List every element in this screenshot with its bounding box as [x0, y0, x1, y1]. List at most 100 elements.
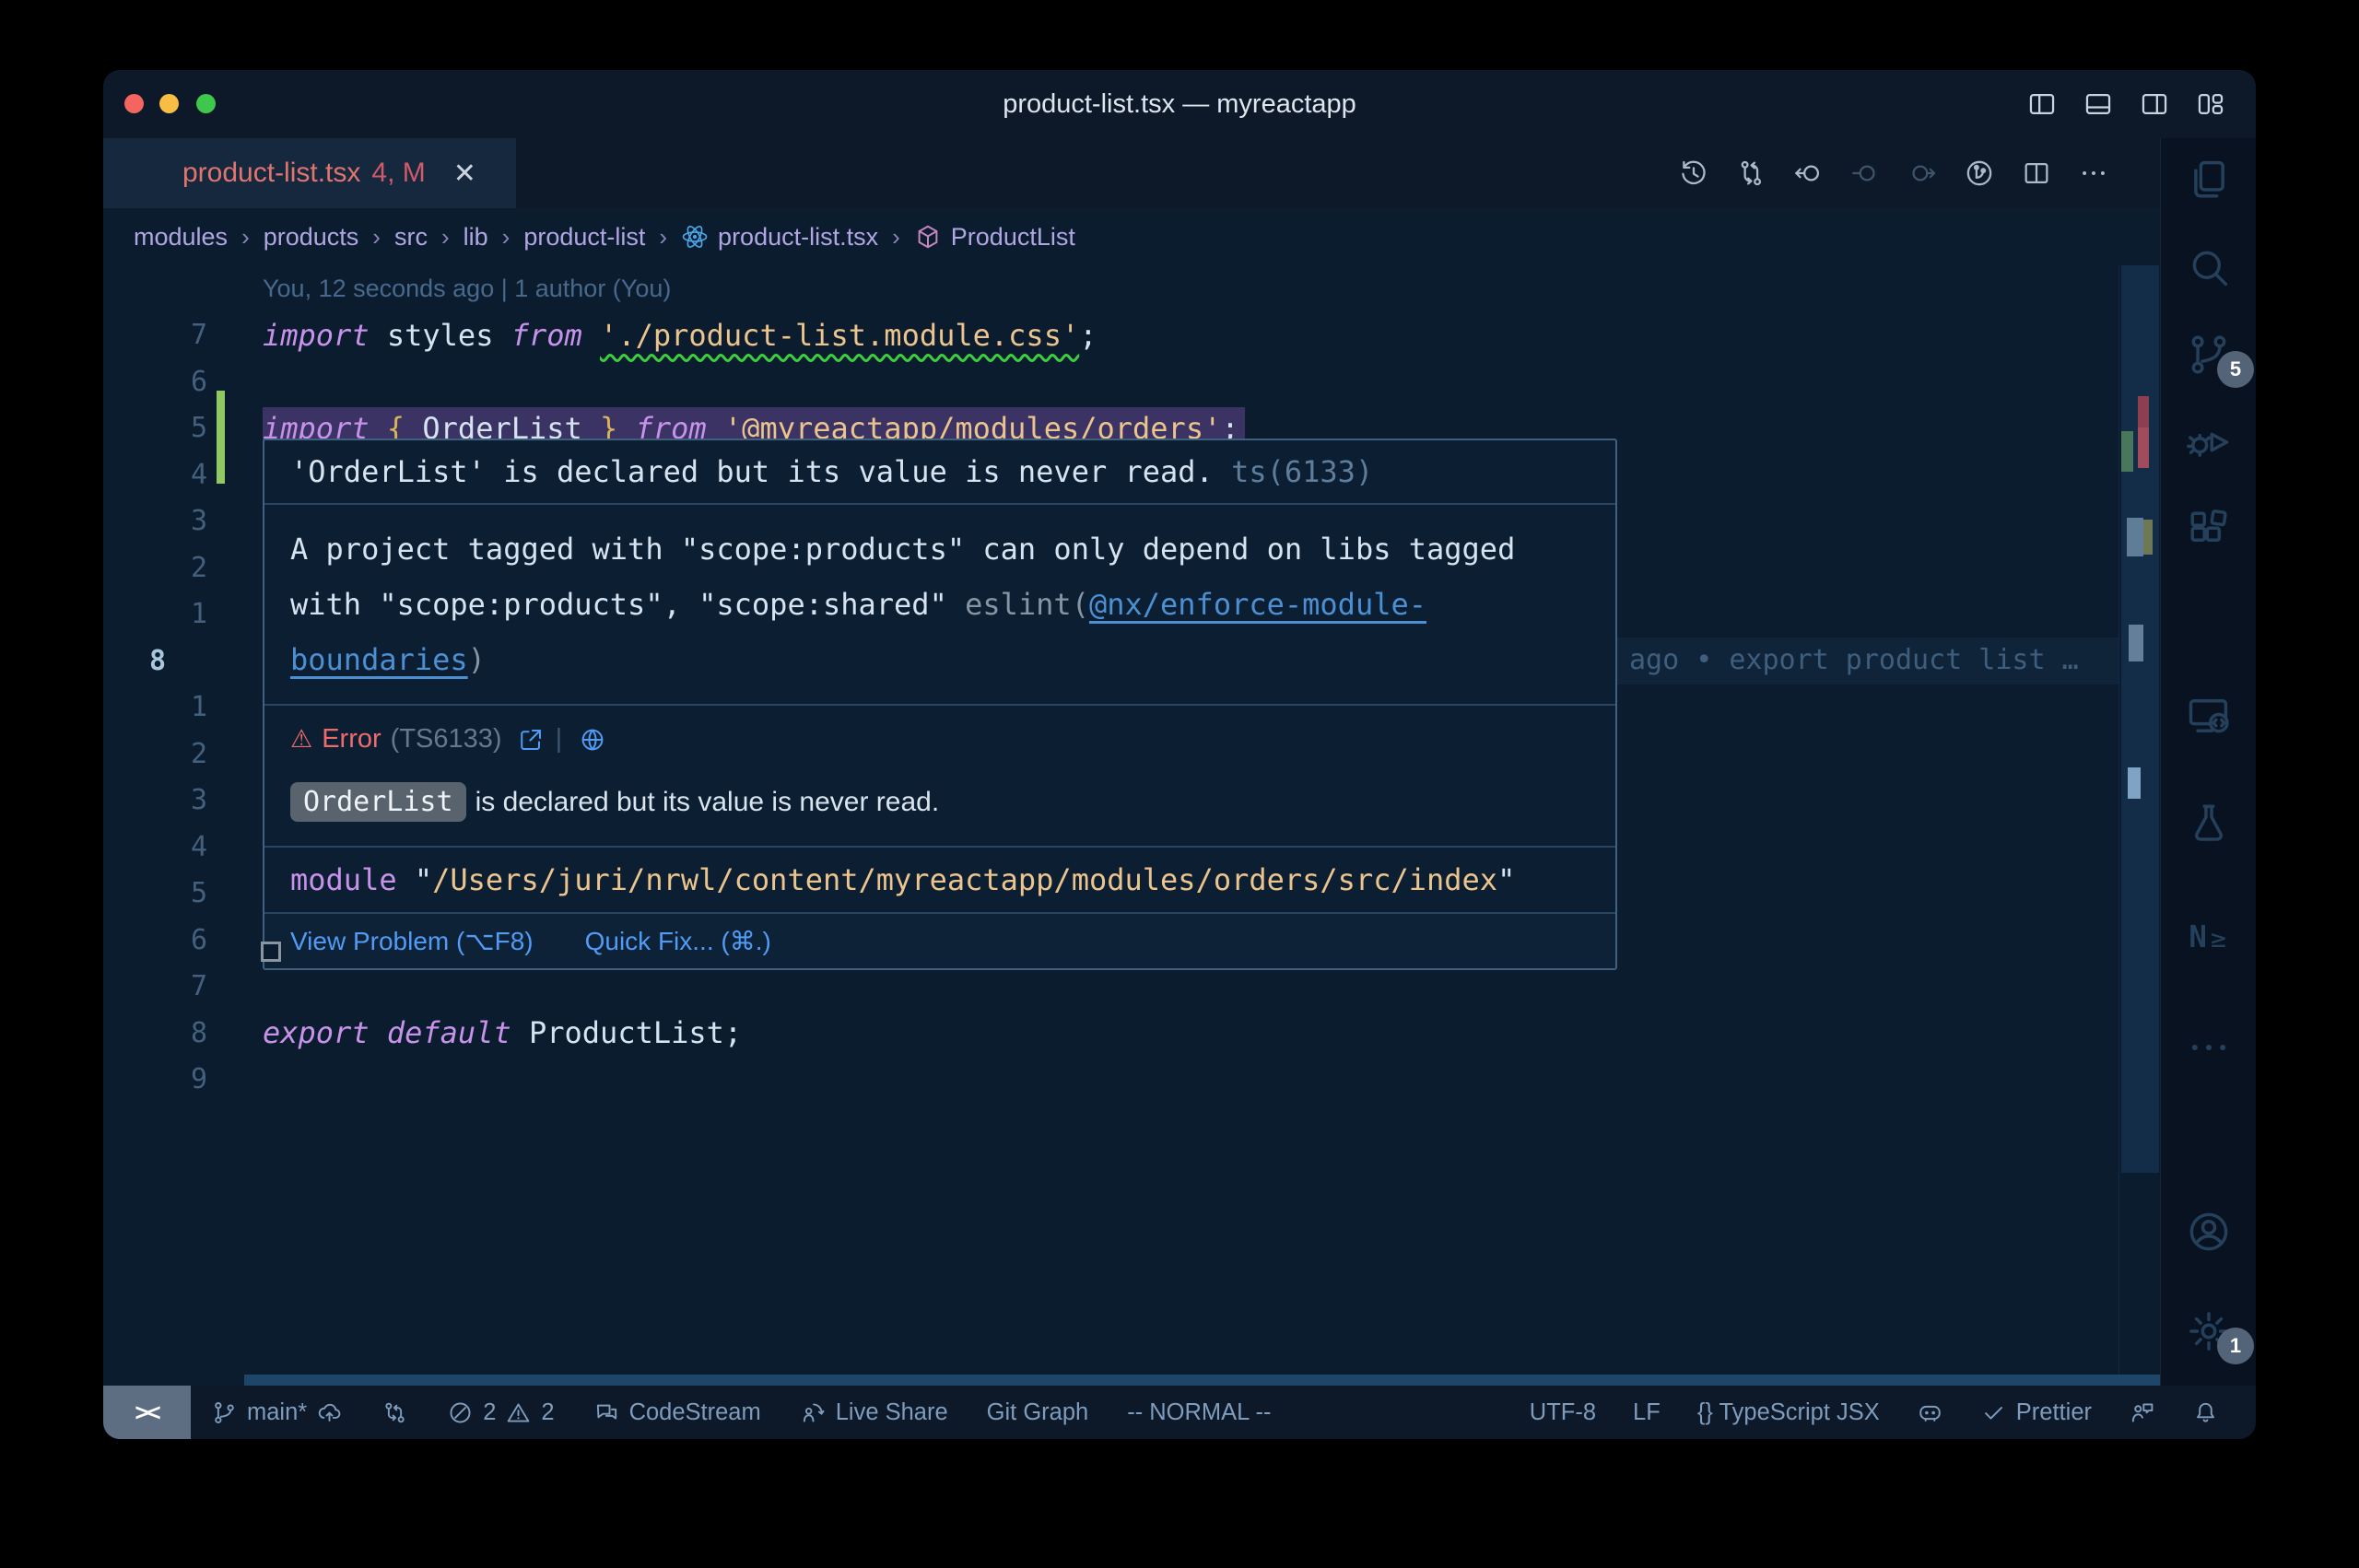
- code-token: styles: [370, 318, 511, 353]
- svg-text:≥: ≥: [2211, 923, 2226, 954]
- cloudup-icon: [316, 1399, 343, 1426]
- status-label: 2: [483, 1399, 496, 1426]
- activity-search[interactable]: [2161, 241, 2256, 293]
- window-title: product-list.tsx — myreactapp: [103, 89, 2256, 120]
- status-git-branch[interactable]: main*: [211, 1399, 343, 1426]
- activity-source-control[interactable]: 5: [2161, 329, 2256, 380]
- activity-testing[interactable]: [2161, 797, 2256, 848]
- activity-more-views[interactable]: [2161, 1022, 2256, 1073]
- status-feedback[interactable]: [2129, 1399, 2155, 1426]
- activity-remote-explorer[interactable]: [2161, 690, 2256, 742]
- branch-icon: [211, 1399, 238, 1426]
- warning-triangle-icon: ⚠: [290, 725, 312, 754]
- code-line[interactable]: 8export default ProductList;: [103, 1010, 2119, 1057]
- close-tab-icon[interactable]: ✕: [453, 158, 476, 190]
- activity-badge: 1: [2217, 1328, 2254, 1364]
- activity-account[interactable]: [2161, 1206, 2256, 1258]
- status-notifications[interactable]: [2192, 1399, 2219, 1426]
- line-number: 9: [103, 1063, 263, 1095]
- code-token: /Users/juri/nrwl/content/myreactapp/modu…: [432, 862, 1497, 897]
- navigate-back-icon[interactable]: [1792, 158, 1824, 189]
- beaker-icon: [2185, 799, 2233, 847]
- tooltip-footer: View Problem (⌥F8) Quick Fix... (⌘.): [264, 912, 1615, 968]
- title-bar: product-list.tsx — myreactapp: [103, 70, 2256, 138]
- code-token: ): [468, 642, 486, 677]
- error-label: Error: [322, 724, 381, 755]
- codestream-icon: [593, 1399, 620, 1426]
- code-line[interactable]: 6: [103, 358, 2119, 405]
- quick-fix-action[interactable]: Quick Fix... (⌘.): [585, 926, 771, 956]
- code-token: with "scope:products", "scope:shared": [290, 587, 965, 622]
- remote-indicator[interactable]: ><: [103, 1386, 191, 1439]
- eslint-rule-link[interactable]: boundaries: [290, 642, 468, 677]
- eslint-message-line: A project tagged with "scope:products" c…: [290, 521, 1590, 577]
- globe-icon[interactable]: [579, 726, 606, 754]
- activity-extensions[interactable]: [2161, 504, 2256, 556]
- eslint-rule-link[interactable]: @nx/enforce-module-: [1089, 587, 1426, 622]
- status-git-graph[interactable]: Git Graph: [987, 1399, 1089, 1426]
- status-eol[interactable]: LF: [1633, 1399, 1661, 1426]
- breadcrumb-item-productlist[interactable]: ProductList: [914, 223, 1075, 252]
- tab-product-list[interactable]: product-list.tsx 4, M ✕: [103, 138, 516, 208]
- activity-settings[interactable]: 1: [2161, 1305, 2256, 1357]
- open-external-icon[interactable]: [517, 726, 545, 754]
- code-token: [370, 1015, 387, 1050]
- tooltip-resize-handle[interactable]: [261, 942, 281, 962]
- status-codestream[interactable]: CodeStream: [593, 1399, 761, 1426]
- error-code: (TS6133): [391, 724, 502, 755]
- compare-changes-icon[interactable]: [1735, 158, 1766, 189]
- breadcrumb-separator: ›: [502, 223, 511, 252]
- screen: product-list.tsx — myreactapp product-li…: [0, 0, 2359, 1568]
- run-icon[interactable]: [1964, 158, 1995, 189]
- searchmag-icon: [2185, 243, 2233, 291]
- customize-layout-icon[interactable]: [2195, 88, 2226, 120]
- react-icon: [681, 223, 709, 251]
- code-line[interactable]: 7import styles from './product-list.modu…: [103, 312, 2119, 359]
- status-live-share[interactable]: Live Share: [800, 1399, 948, 1426]
- breadcrumb-item-products[interactable]: products: [264, 223, 359, 252]
- toggle-left-panel-icon[interactable]: [2026, 88, 2058, 120]
- status-label: Live Share: [836, 1399, 948, 1426]
- code-token: ;: [1079, 318, 1097, 353]
- view-problem-action[interactable]: View Problem (⌥F8): [290, 926, 534, 956]
- breadcrumb-item-src[interactable]: src: [394, 223, 428, 252]
- editor-toolbar: [1678, 138, 2109, 208]
- breadcrumb-item-product-list[interactable]: product-list: [523, 223, 645, 252]
- status-vim-mode[interactable]: -- NORMAL --: [1127, 1399, 1271, 1426]
- activity-nx-console[interactable]: N≥: [2161, 911, 2256, 963]
- status-label: LF: [1633, 1399, 1661, 1426]
- breadcrumb-item-lib[interactable]: lib: [464, 223, 488, 252]
- status-language-mode[interactable]: {} TypeScript JSX: [1697, 1399, 1880, 1426]
- status-prettier[interactable]: Prettier: [1980, 1399, 2092, 1426]
- activity-explorer[interactable]: [2161, 154, 2256, 205]
- code-token: module: [290, 862, 397, 897]
- code-token: import: [263, 318, 370, 353]
- navigate-next-icon[interactable]: [1907, 158, 1938, 189]
- visible-range-mark: [2128, 767, 2141, 799]
- code-line[interactable]: 7: [103, 964, 2119, 1011]
- line-number: 1: [103, 598, 263, 630]
- activity-run-debug[interactable]: [2161, 416, 2256, 468]
- status-copilot[interactable]: [1917, 1399, 1943, 1426]
- nx-icon: N≥: [2185, 913, 2233, 961]
- eslint-message-line: boundaries): [290, 632, 1590, 687]
- breadcrumb-item-modules[interactable]: modules: [134, 223, 228, 252]
- status-git-compare[interactable]: [381, 1399, 408, 1426]
- blame-annotation-row[interactable]: You, 12 seconds ago | 1 author (You): [103, 265, 2119, 312]
- check-icon: [1980, 1399, 2007, 1426]
- more-actions-icon[interactable]: [2078, 158, 2109, 189]
- status-label: Prettier: [2016, 1399, 2092, 1426]
- status-problems[interactable]: 22: [447, 1399, 554, 1426]
- code-line[interactable]: 9: [103, 1057, 2119, 1104]
- code-token: [582, 318, 600, 353]
- line-number: 5: [103, 877, 263, 909]
- info-mark: [2127, 518, 2143, 556]
- navigate-previous-icon[interactable]: [1849, 158, 1881, 189]
- timeline-icon[interactable]: [1678, 158, 1709, 189]
- toggle-right-panel-icon[interactable]: [2139, 88, 2170, 120]
- toggle-bottom-panel-icon[interactable]: [2083, 88, 2114, 120]
- status-encoding[interactable]: UTF-8: [1530, 1399, 1596, 1426]
- line-number: 4: [103, 459, 263, 491]
- breadcrumb-item-product-list-tsx[interactable]: product-list.tsx: [681, 223, 878, 252]
- split-editor-icon[interactable]: [2021, 158, 2052, 189]
